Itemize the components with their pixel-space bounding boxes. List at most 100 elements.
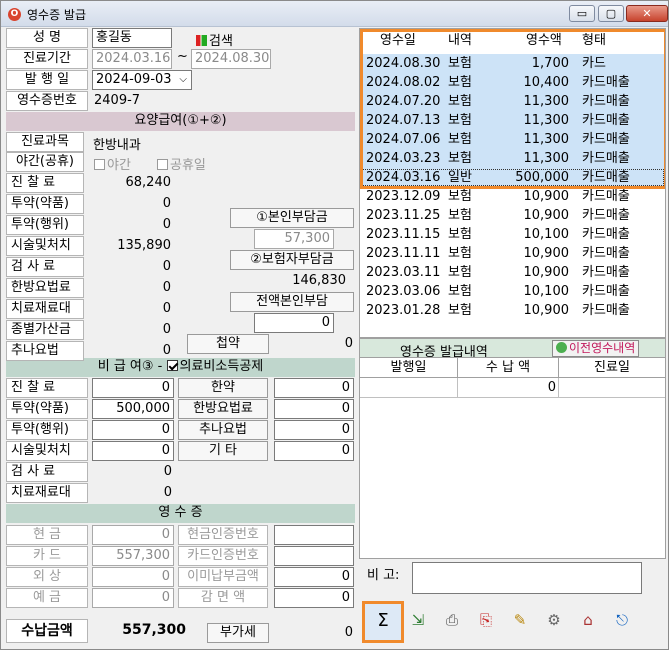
table-cell: 카드매출 xyxy=(582,94,630,109)
search-button[interactable]: 검색 xyxy=(196,30,233,49)
table-cell: 보험 xyxy=(448,151,472,166)
deduct-checkbox[interactable]: 의료비소득공제 xyxy=(166,359,263,374)
table-row[interactable]: 2023.12.09 보험 10,900 카드매출 xyxy=(360,187,665,206)
period-to-input[interactable]: 2024.08.30 xyxy=(191,49,271,69)
period-from-input[interactable]: 2024.03.16 xyxy=(92,49,172,69)
edit-icon[interactable]: ✎ xyxy=(507,607,533,633)
self-pay-input[interactable]: 57,300 xyxy=(254,229,334,249)
noninsured-item-input[interactable]: 0 xyxy=(92,420,174,440)
noninsured-item-label: 치료재료대 xyxy=(6,483,88,503)
table-row[interactable]: 2024.07.06 보험 11,300 카드매출 xyxy=(360,130,665,149)
insured-item-label: 투약(행위) xyxy=(6,215,84,235)
vat-button[interactable]: 부가세 xyxy=(207,623,269,643)
noninsured-right-input[interactable]: 0 xyxy=(274,420,354,440)
table-row[interactable]: 2023.11.11 보험 10,900 카드매출 xyxy=(360,244,665,263)
exit-icon[interactable]: ⎋ xyxy=(609,607,635,633)
table-row[interactable]: 2023.01.28 보험 10,900 카드매출 xyxy=(360,301,665,320)
table-row[interactable]: 2024.03.16 일반 500,000 카드매출 xyxy=(360,168,665,187)
col-header-paid: 수 납 액 xyxy=(458,358,559,378)
issue-history-table[interactable]: 발행일 수 납 액 진료일 0 xyxy=(359,357,666,559)
payment-input[interactable]: 0 xyxy=(92,567,174,587)
noninsured-item-input[interactable]: 500,000 xyxy=(92,399,174,419)
issue-history-header: 영수증 발급내역 이전영수내역 xyxy=(359,338,666,360)
table-row[interactable]: 2024.08.30 보험 1,700 카드 xyxy=(360,54,665,73)
insurer-pay-button[interactable]: ②보험자부담금 xyxy=(230,250,354,270)
table-cell: 10,900 xyxy=(523,303,570,318)
table-cell: 2023.12.09 xyxy=(366,189,441,204)
issue-date-select[interactable]: 2024-09-03 ⌵ xyxy=(92,70,192,90)
noninsured-right-button[interactable]: 한방요법료 xyxy=(178,399,268,419)
table-row[interactable]: 2024.03.23 보험 11,300 카드매출 xyxy=(360,149,665,168)
maximize-button[interactable]: ▢ xyxy=(598,5,624,22)
table-row[interactable]: 2024.07.13 보험 11,300 카드매출 xyxy=(360,111,665,130)
receipts-table[interactable]: 영수일 내역 영수액 형태 2024.08.30 보험 1,700 카드 2024.08… xyxy=(359,28,666,338)
table-cell: 보험 xyxy=(448,227,472,242)
table-cell: 2024.08.02 xyxy=(366,75,441,90)
total-value: 557,300 xyxy=(122,622,186,638)
noninsured-right-input[interactable]: 0 xyxy=(274,399,354,419)
noninsured-item-input[interactable]: 0 xyxy=(92,441,174,461)
table-row[interactable]: 2023.03.11 보험 10,900 카드매출 xyxy=(360,263,665,282)
self-pay-button[interactable]: ①본인부담금 xyxy=(230,208,354,228)
table-cell: 11,300 xyxy=(523,151,570,166)
noninsured-right-button[interactable]: 기 타 xyxy=(178,441,268,461)
period-label: 진료기간 xyxy=(6,49,88,69)
close-button[interactable]: ✕ xyxy=(626,5,668,22)
table-cell: 10,900 xyxy=(523,189,570,204)
receipt-no-value: 2409-7 xyxy=(94,93,141,108)
lock-icon[interactable]: ⌂ xyxy=(575,607,601,633)
table-row[interactable]: 2024.08.02 보험 10,400 카드매출 xyxy=(360,73,665,92)
table-row[interactable]: 2023.11.25 보험 10,900 카드매출 xyxy=(360,206,665,225)
col-header-visit-date: 진료일 xyxy=(559,358,665,378)
payment-label: 외 상 xyxy=(6,567,88,587)
noninsured-right-input[interactable]: 0 xyxy=(274,378,354,398)
settings-icon[interactable]: ⚙ xyxy=(541,607,567,633)
print-preview-icon[interactable]: ⎘ xyxy=(473,607,499,633)
remark-input[interactable] xyxy=(412,562,642,594)
payment-input[interactable]: 0 xyxy=(92,525,174,545)
table-row[interactable]: 2023.11.15 보험 10,100 카드매출 xyxy=(360,225,665,244)
night-checkbox[interactable]: 야간 xyxy=(94,154,131,173)
receipt-right-label: 이미납부금액 xyxy=(178,567,268,587)
full-self-pay-input[interactable]: 0 xyxy=(254,313,334,333)
col-header-issue-date: 발행일 xyxy=(360,358,458,378)
patient-name-input[interactable]: 홍길동 xyxy=(92,28,172,48)
insured-item-label: 진 찰 료 xyxy=(6,173,84,193)
noninsured-right-button[interactable]: 한약 xyxy=(178,378,268,398)
sum-button[interactable]: Σ xyxy=(362,601,404,643)
print-icon[interactable]: ⎙ xyxy=(439,607,465,633)
table-row[interactable]: 2023.03.06 보험 10,100 카드매출 xyxy=(360,282,665,301)
title-bar: O 영수증 발급 ▭ ▢ ✕ xyxy=(1,1,668,27)
insured-item-value: 0 xyxy=(162,322,171,337)
table-cell: 카드매출 xyxy=(582,208,630,223)
insurer-pay-value: 146,830 xyxy=(292,273,346,288)
noninsured-item-input[interactable]: 0 xyxy=(92,378,174,398)
prev-receipts-button[interactable]: 이전영수내역 xyxy=(552,340,640,357)
table-cell: 보험 xyxy=(448,265,472,280)
receipt-right-input[interactable]: 0 xyxy=(274,567,354,587)
search-label: 검색 xyxy=(209,34,233,49)
receipt-right-input[interactable] xyxy=(274,525,354,545)
receipt-right-input[interactable]: 0 xyxy=(274,588,354,608)
checkbox-icon xyxy=(157,159,168,170)
table-cell: 10,100 xyxy=(523,227,570,242)
receipt-right-input[interactable] xyxy=(274,546,354,566)
export-icon[interactable]: ⇲ xyxy=(405,607,431,633)
table-cell: 카드 xyxy=(582,56,606,71)
table-cell: 2024.07.20 xyxy=(366,94,441,109)
receipt-right-label: 카드인증번호 xyxy=(178,546,268,566)
herbal-button[interactable]: 첩약 xyxy=(187,334,269,354)
holiday-checkbox[interactable]: 공휴일 xyxy=(157,154,206,173)
payment-input[interactable]: 0 xyxy=(92,588,174,608)
minimize-button[interactable]: ▭ xyxy=(569,5,595,22)
noninsured-right-input[interactable]: 0 xyxy=(274,441,354,461)
table-cell: 10,900 xyxy=(523,208,570,223)
payment-input[interactable]: 557,300 xyxy=(92,546,174,566)
noninsured-item-label: 진 찰 료 xyxy=(6,378,88,398)
insured-item-value: 135,890 xyxy=(117,238,171,253)
table-cell: 2024.07.06 xyxy=(366,132,441,147)
noninsured-right-button[interactable]: 추나요법 xyxy=(178,420,268,440)
full-self-pay-button[interactable]: 전액본인부담 xyxy=(230,292,354,312)
table-row[interactable]: 2024.07.20 보험 11,300 카드매출 xyxy=(360,92,665,111)
insured-item-value: 0 xyxy=(162,280,171,295)
